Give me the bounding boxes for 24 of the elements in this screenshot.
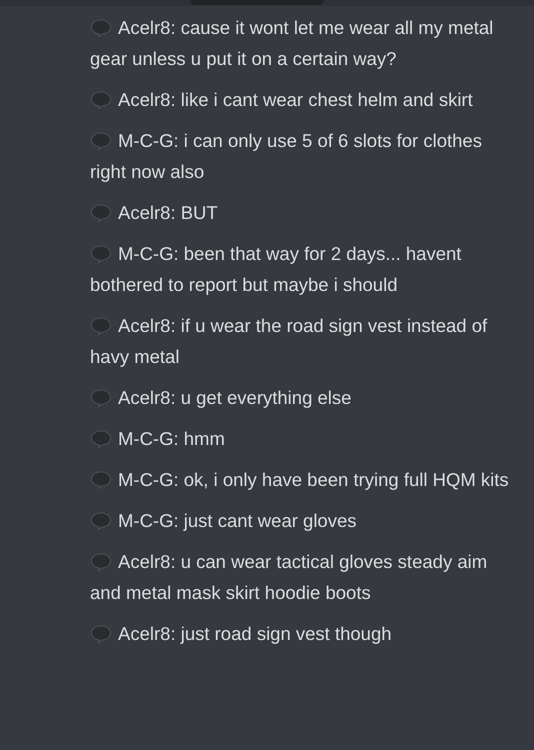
speech-bubble-icon: [90, 512, 112, 530]
chat-message: Acelr8: if u wear the road sign vest instead of havy metal: [90, 314, 488, 369]
chat-message: M-C-G: hmm: [90, 423, 514, 454]
speech-bubble-icon: [90, 430, 112, 448]
chat-message: Acelr8: just road sign vest though: [90, 618, 514, 649]
chat-message: Acelr8: u can wear tactical gloves steady aim and metal mask skirt hoodie boots: [90, 550, 488, 605]
speech-bubble-icon: [90, 317, 112, 335]
speech-bubble-icon: [90, 389, 112, 407]
speech-bubble-icon: [90, 204, 112, 222]
chat-message: Acelr8: like i cant wear chest helm and skirt: [90, 84, 514, 115]
speech-bubble-icon: [90, 245, 112, 263]
chat-message: M-C-G: just cant wear gloves: [90, 505, 514, 536]
chat-message: M-C-G: ok, i only have been trying full HQM kits: [90, 464, 514, 495]
chat-message: M-C-G: been that way for 2 days... havent bothered to report but maybe i should: [90, 242, 462, 297]
speech-bubble-icon: [90, 132, 112, 150]
speech-bubble-icon: [90, 91, 112, 109]
speech-bubble-icon: [90, 553, 112, 571]
speech-bubble-icon: [90, 19, 112, 37]
chat-message: Acelr8: u get everything else: [90, 382, 514, 413]
chat-message: M-C-G: i can only use 5 of 6 slots for clothes right now also: [90, 129, 483, 184]
speech-bubble-icon: [90, 471, 112, 489]
chat-message: Acelr8: BUT: [90, 197, 514, 228]
chat-message: Acelr8: cause it wont let me wear all my metal gear unless u put it on a certain way?: [90, 16, 494, 71]
speech-bubble-icon: [90, 625, 112, 643]
